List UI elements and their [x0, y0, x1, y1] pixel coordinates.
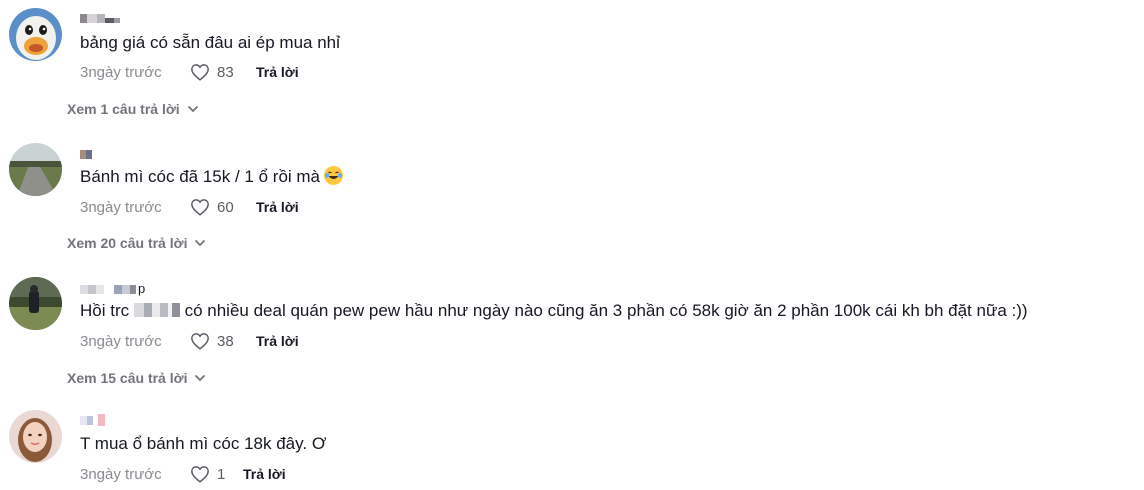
like-button[interactable]: 60 — [190, 198, 256, 216]
woman-avatar-icon — [9, 410, 62, 463]
reply-button[interactable]: Trả lời — [256, 64, 299, 80]
laughing-tears-emoji-icon — [324, 166, 344, 185]
chevron-down-icon — [187, 105, 198, 113]
comment-time: 3ngày trước — [80, 198, 162, 216]
reply-button[interactable]: Trả lời — [243, 466, 286, 482]
road-avatar-icon — [9, 143, 62, 196]
comment-text-content: Bánh mì cóc đã 15k / 1 ổ rồi mà — [80, 167, 321, 186]
reply-button[interactable]: Trả lời — [256, 199, 299, 215]
field-person-avatar-icon — [9, 277, 62, 330]
username[interactable] — [80, 414, 105, 426]
like-count: 60 — [217, 198, 234, 216]
avatar[interactable] — [9, 143, 62, 196]
comment-text-part: Hồi trc — [80, 301, 130, 320]
view-replies-button[interactable]: Xem 1 câu trả lời — [67, 101, 199, 117]
comment-text: Hồi trc có nhiều deal quán pew pew hầu n… — [80, 300, 1028, 322]
view-replies-button[interactable]: Xem 15 câu trả lời — [67, 370, 206, 386]
heart-icon — [191, 466, 209, 483]
view-replies-label: Xem 1 câu trả lời — [67, 101, 180, 117]
like-count: 1 — [217, 465, 226, 483]
comment-text: Bánh mì cóc đã 15k / 1 ổ rồi mà — [80, 166, 344, 188]
avatar[interactable] — [9, 410, 62, 463]
username[interactable]: p — [80, 281, 146, 296]
comment-text-part: có nhiều deal quán pew pew hầu như ngày … — [184, 301, 1028, 320]
like-button[interactable]: 1 — [190, 465, 243, 483]
blurred-text — [133, 303, 180, 317]
username[interactable] — [80, 148, 92, 160]
view-replies-label: Xem 15 câu trả lời — [67, 370, 188, 386]
like-count: 83 — [217, 63, 234, 81]
chevron-down-icon — [195, 239, 206, 247]
reply-button[interactable]: Trả lời — [256, 333, 299, 349]
avatar[interactable] — [9, 277, 62, 330]
like-button[interactable]: 38 — [190, 332, 256, 350]
heart-icon — [191, 64, 209, 81]
comment-text: T mua ổ bánh mì cóc 18k đây. Ơ — [80, 434, 327, 453]
comment-time: 3ngày trước — [80, 332, 162, 350]
like-button[interactable]: 83 — [190, 63, 256, 81]
view-replies-button[interactable]: Xem 20 câu trả lời — [67, 235, 206, 251]
duck-avatar-icon — [9, 8, 62, 61]
comment-time: 3ngày trước — [80, 63, 162, 81]
chevron-down-icon — [195, 374, 206, 382]
heart-icon — [191, 333, 209, 350]
like-count: 38 — [217, 332, 234, 350]
heart-icon — [191, 199, 209, 216]
view-replies-label: Xem 20 câu trả lời — [67, 235, 188, 251]
username-text: p — [138, 281, 146, 296]
comment-time: 3ngày trước — [80, 465, 162, 483]
comment-text: bảng giá có sẵn đâu ai ép mua nhỉ — [80, 33, 340, 52]
avatar[interactable] — [9, 8, 62, 61]
comment-item: bảng giá có sẵn đâu ai ép mua nhỉ 3ngày … — [0, 0, 1144, 135]
username[interactable] — [80, 12, 120, 24]
